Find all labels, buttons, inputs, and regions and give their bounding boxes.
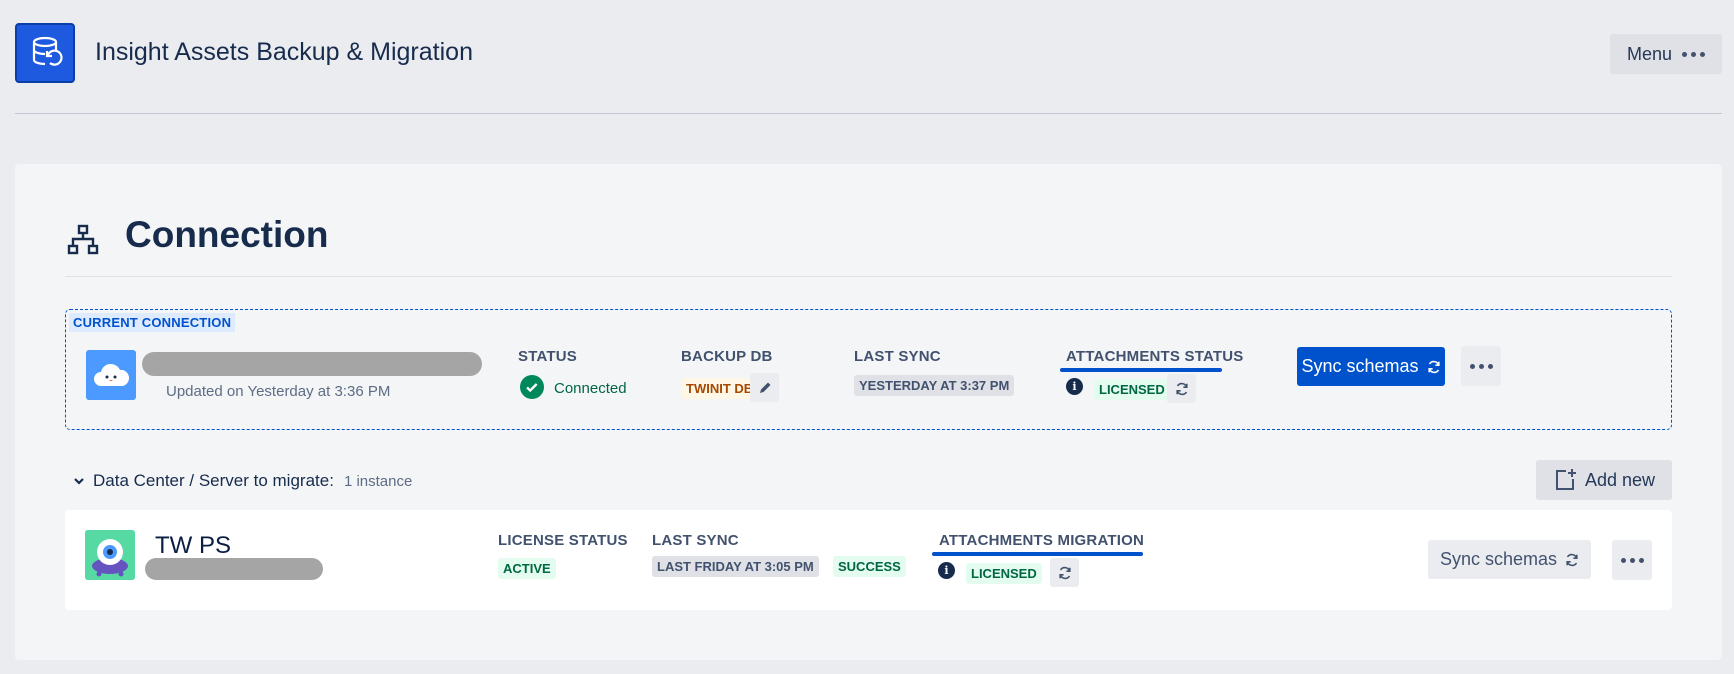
menu-button[interactable]: Menu <box>1610 34 1722 74</box>
network-icon <box>67 224 99 255</box>
refresh-attachments-button[interactable] <box>1167 374 1196 403</box>
instance-last-sync-badge: LAST FRIDAY AT 3:05 PM <box>652 556 819 577</box>
connection-updated-text: Updated on Yesterday at 3:36 PM <box>166 383 391 400</box>
app-header: Insight Assets Backup & Migration Menu <box>15 0 1722 114</box>
data-center-label: Data Center / Server to migrate: <box>93 471 334 490</box>
menu-label: Menu <box>1626 43 1673 64</box>
attachments-underline <box>1060 368 1222 372</box>
add-page-icon <box>1555 469 1576 490</box>
info-icon[interactable]: i <box>938 562 955 579</box>
instance-avatar-icon <box>85 530 135 580</box>
sync-success-badge: SUCCESS <box>833 556 906 577</box>
instance-last-sync-heading: LAST SYNC <box>652 532 739 549</box>
check-circle-icon <box>520 375 544 399</box>
attachments-status-heading: ATTACHMENTS STATUS <box>1066 348 1244 365</box>
edit-backup-button[interactable] <box>750 373 779 402</box>
chevron-down-icon <box>74 478 84 485</box>
cloud-avatar-icon <box>86 350 136 400</box>
status-value: Connected <box>554 380 627 397</box>
license-active-badge: ACTIVE <box>498 558 556 579</box>
info-icon[interactable]: i <box>1066 378 1083 395</box>
refresh-icon <box>1566 553 1578 566</box>
connection-more-button[interactable] <box>1461 346 1501 386</box>
instance-card: TW PS LICENSE STATUS ACTIVE LAST SYNC LA… <box>65 510 1672 610</box>
attachments-migration-licensed-badge: LICENSED <box>966 563 1042 584</box>
last-sync-badge: YESTERDAY AT 3:37 PM <box>854 375 1015 396</box>
more-dots-icon <box>1620 557 1644 563</box>
more-dots-icon <box>1682 51 1706 57</box>
status-heading: STATUS <box>518 348 577 365</box>
instance-name: TW PS <box>155 532 231 559</box>
refresh-migration-button[interactable] <box>1050 558 1079 587</box>
add-new-button[interactable]: Add new <box>1536 460 1672 500</box>
backup-db-badge: TWINIT DB <box>681 378 759 399</box>
instance-sync-schemas-button[interactable]: Sync schemas <box>1428 540 1591 579</box>
sync-schemas-button[interactable]: Sync schemas <box>1297 347 1445 386</box>
current-connection-card: CURRENT CONNECTION Updated on Yesterday … <box>65 309 1672 430</box>
refresh-icon <box>1058 566 1071 579</box>
connection-panel: Connection CURRENT CONNECTION Updated on… <box>15 164 1722 660</box>
instance-url-redacted <box>145 558 323 580</box>
app-title: Insight Assets Backup & Migration <box>95 38 473 66</box>
add-new-label: Add new <box>1584 469 1656 490</box>
sync-schemas-label: Sync schemas <box>1301 356 1419 376</box>
attachments-licensed-badge: LICENSED <box>1094 379 1170 400</box>
attachments-migration-heading: ATTACHMENTS MIGRATION <box>939 532 1145 549</box>
attachments-migration-underline <box>932 552 1143 556</box>
app-logo-icon <box>15 23 75 83</box>
current-connection-badge: CURRENT CONNECTION <box>69 313 236 332</box>
refresh-icon <box>1175 382 1188 395</box>
backup-db-heading: BACKUP DB <box>681 348 773 365</box>
connection-name-redacted <box>142 352 482 376</box>
instance-sync-schemas-label: Sync schemas <box>1439 549 1558 569</box>
last-sync-heading: LAST SYNC <box>854 348 941 365</box>
more-dots-icon <box>1469 363 1493 369</box>
divider <box>65 276 1672 277</box>
data-center-toggle[interactable]: Data Center / Server to migrate: 1 insta… <box>73 471 412 491</box>
refresh-icon <box>1427 360 1440 373</box>
instance-count: 1 instance <box>343 472 413 490</box>
license-status-heading: LICENSE STATUS <box>498 532 628 549</box>
instance-more-button[interactable] <box>1612 540 1652 580</box>
pencil-icon <box>759 382 770 393</box>
page-title: Connection <box>125 214 329 255</box>
